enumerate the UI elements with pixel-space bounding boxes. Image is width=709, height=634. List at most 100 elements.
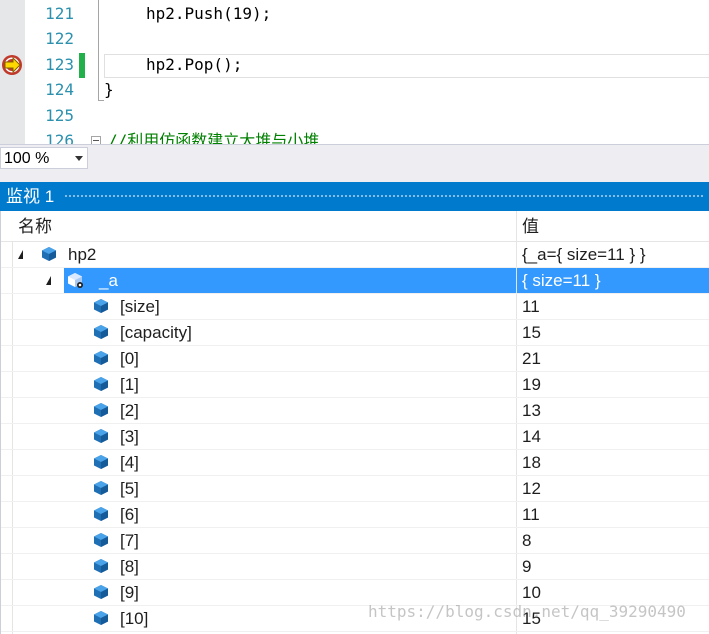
code-line[interactable]: 122 bbox=[0, 26, 709, 51]
code-editor[interactable]: 121 hp2.Push(19); 122 123 hp2.Pop(); 124… bbox=[0, 0, 709, 144]
code-line[interactable]: 123 hp2.Pop(); bbox=[0, 52, 709, 77]
code-line[interactable]: 124 } bbox=[0, 77, 709, 102]
code-line[interactable]: 121 hp2.Push(19); bbox=[0, 1, 709, 26]
code-line[interactable]: 126 //利用仿函数建立大堆与小堆 bbox=[0, 128, 709, 144]
field-icon bbox=[94, 351, 108, 365]
code-text[interactable]: } bbox=[104, 77, 114, 102]
watch-name-cell[interactable] bbox=[1, 580, 516, 605]
watch-row[interactable]: [6] 11 bbox=[1, 502, 709, 528]
watch-name-cell[interactable] bbox=[1, 528, 516, 553]
watch-item-value[interactable]: {_a={ size=11 } } bbox=[517, 242, 709, 267]
watch-item-value[interactable]: 15 bbox=[517, 320, 709, 345]
watch-name-cell[interactable] bbox=[1, 398, 516, 423]
watch-item-value[interactable]: 19 bbox=[517, 372, 709, 397]
watch-item-value[interactable]: 21 bbox=[517, 346, 709, 371]
watch-rows: hp2 {_a={ size=11 } } _a { size=11 } [size] 1… bbox=[1, 242, 709, 632]
field-icon bbox=[94, 559, 108, 573]
vector-object-icon bbox=[68, 273, 83, 288]
watch-item-value[interactable]: 18 bbox=[517, 450, 709, 475]
watch-row[interactable]: hp2 {_a={ size=11 } } bbox=[1, 242, 709, 268]
watch-item-value[interactable]: 11 bbox=[517, 294, 709, 319]
code-text[interactable]: hp2.Pop(); bbox=[146, 52, 242, 77]
watch-name-cell[interactable] bbox=[1, 450, 516, 475]
watch-name-cell[interactable] bbox=[1, 476, 516, 501]
expand-triangle-icon[interactable] bbox=[18, 250, 23, 259]
watch-name-cell[interactable] bbox=[1, 346, 516, 371]
editor-zoom-bar: 100 % bbox=[0, 144, 709, 170]
watch-name-cell[interactable] bbox=[1, 320, 516, 345]
column-header: 名称 值 bbox=[1, 211, 709, 242]
line-number: 126 bbox=[45, 131, 74, 144]
watch-item-value[interactable]: 12 bbox=[517, 476, 709, 501]
watch-item-name[interactable]: hp2 bbox=[68, 242, 96, 267]
line-number: 121 bbox=[45, 4, 74, 23]
watch-item-name[interactable]: [8] bbox=[120, 554, 139, 579]
watch-item-name[interactable]: [0] bbox=[120, 346, 139, 371]
code-comment[interactable]: //利用仿函数建立大堆与小堆 bbox=[108, 128, 319, 144]
field-icon bbox=[94, 325, 108, 339]
watch-window-titlebar[interactable]: 监视 1 bbox=[0, 182, 709, 211]
watch-item-value[interactable]: 9 bbox=[517, 554, 709, 579]
watch-item-value[interactable]: { size=11 } bbox=[517, 268, 709, 293]
code-text[interactable]: hp2.Push(19); bbox=[146, 1, 271, 26]
watch-name-cell[interactable] bbox=[1, 606, 516, 631]
watch-item-value[interactable]: 15 bbox=[517, 606, 709, 631]
watch-item-name[interactable]: [3] bbox=[120, 424, 139, 449]
field-icon bbox=[94, 455, 108, 469]
watch-name-cell[interactable] bbox=[1, 424, 516, 449]
watch-item-name[interactable]: _a bbox=[99, 268, 118, 293]
field-icon bbox=[94, 585, 108, 599]
expand-triangle-icon[interactable] bbox=[46, 276, 51, 285]
watch-item-name[interactable]: [7] bbox=[120, 528, 139, 553]
watch-item-name[interactable]: [capacity] bbox=[120, 320, 192, 345]
watch-item-name[interactable]: [size] bbox=[120, 294, 160, 319]
watch-name-cell[interactable] bbox=[64, 268, 516, 293]
watch-row[interactable]: [7] 8 bbox=[1, 528, 709, 554]
field-icon bbox=[94, 403, 108, 417]
pane-splitter[interactable] bbox=[0, 170, 709, 182]
watch-item-value[interactable]: 14 bbox=[517, 424, 709, 449]
watch-row[interactable]: [4] 18 bbox=[1, 450, 709, 476]
object-icon bbox=[42, 247, 56, 261]
titlebar-grip[interactable] bbox=[64, 194, 705, 199]
watch-row[interactable]: [1] 19 bbox=[1, 372, 709, 398]
watch-item-name[interactable]: [10] bbox=[120, 606, 148, 631]
code-line[interactable]: 125 bbox=[0, 103, 709, 128]
watch-item-name[interactable]: [2] bbox=[120, 398, 139, 423]
watch-row[interactable]: [2] 13 bbox=[1, 398, 709, 424]
watch-row[interactable]: [size] 11 bbox=[1, 294, 709, 320]
watch-row[interactable]: [9] 10 bbox=[1, 580, 709, 606]
watch-row[interactable]: _a { size=11 } bbox=[1, 268, 709, 294]
field-icon bbox=[94, 429, 108, 443]
watch-name-cell[interactable] bbox=[1, 294, 516, 319]
watch-item-name[interactable]: [9] bbox=[120, 580, 139, 605]
watch-row[interactable]: [8] 9 bbox=[1, 554, 709, 580]
watch-row[interactable]: [10] 15 bbox=[1, 606, 709, 632]
column-header-name[interactable]: 名称 bbox=[18, 216, 52, 237]
watch-item-name[interactable]: [4] bbox=[120, 450, 139, 475]
watch-item-name[interactable]: [5] bbox=[120, 476, 139, 501]
watch-row[interactable]: [3] 14 bbox=[1, 424, 709, 450]
watch-window-title: 监视 1 bbox=[6, 187, 55, 206]
watch-item-value[interactable]: 11 bbox=[517, 502, 709, 527]
field-icon bbox=[94, 533, 108, 547]
zoom-dropdown[interactable]: 100 % bbox=[0, 147, 88, 169]
watch-item-value[interactable]: 13 bbox=[517, 398, 709, 423]
watch-item-value[interactable]: 10 bbox=[517, 580, 709, 605]
watch-item-name[interactable]: [6] bbox=[120, 502, 139, 527]
watch-row[interactable]: [capacity] 15 bbox=[1, 320, 709, 346]
watch-name-cell[interactable] bbox=[1, 372, 516, 397]
chevron-down-icon[interactable] bbox=[75, 156, 83, 161]
column-header-value[interactable]: 值 bbox=[522, 216, 539, 237]
watch-row[interactable]: [5] 12 bbox=[1, 476, 709, 502]
line-number: 123 bbox=[45, 55, 74, 74]
watch-item-name[interactable]: [1] bbox=[120, 372, 139, 397]
field-icon bbox=[94, 299, 108, 313]
watch-name-cell[interactable] bbox=[1, 554, 516, 579]
watch-item-value[interactable]: 8 bbox=[517, 528, 709, 553]
watch-name-cell[interactable] bbox=[1, 502, 516, 527]
field-icon bbox=[94, 507, 108, 521]
zoom-value[interactable]: 100 % bbox=[4, 149, 49, 168]
watch-row[interactable]: [0] 21 bbox=[1, 346, 709, 372]
watch-window: 名称 值 hp2 {_a={ size=11 } } _a{ size=11 } [s… bbox=[0, 211, 709, 634]
